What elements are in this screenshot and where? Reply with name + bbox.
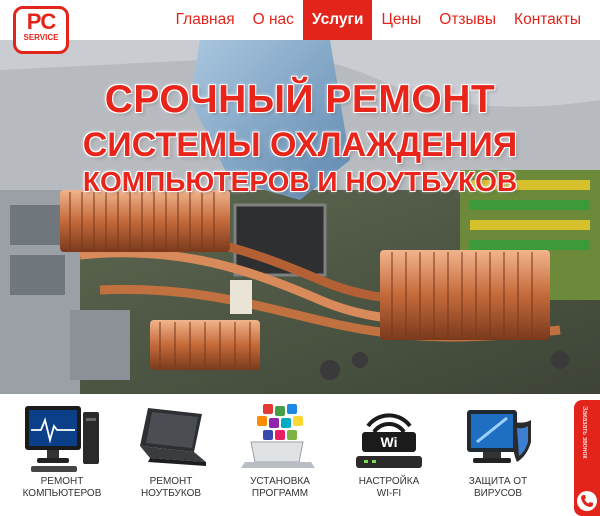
service-laptop-repair[interactable]: РЕМОНТ НОУТБУКОВ [119, 394, 223, 516]
service-label-bottom: ПРОГРАММ [251, 488, 309, 499]
callback-label: Заказать звонок [581, 406, 588, 459]
service-label-top: НАСТРОЙКА [358, 476, 420, 487]
service-label-bottom: WI-FI [376, 488, 402, 499]
nav-services[interactable]: Услуги [302, 0, 373, 40]
service-wifi-setup[interactable]: Wi НАСТРОЙКА WI-FI [337, 394, 441, 516]
service-label-top: УСТАНОВКА [250, 476, 310, 487]
service-label-bottom: КОМПЬЮТЕРОВ [22, 488, 102, 499]
main-nav: Главная О нас Услуги Цены Отзывы Контакт… [167, 0, 590, 40]
wifi-router-icon: Wi [356, 413, 422, 468]
service-label-bottom: ВИРУСОВ [473, 488, 523, 499]
nav-home[interactable]: Главная [167, 0, 244, 40]
laptop-icon [140, 408, 206, 466]
header: PC SERVICE Главная О нас Услуги Цены Отз… [0, 0, 600, 54]
service-virus-protection[interactable]: ЗАЩИТА ОТ ВИРУСОВ [446, 394, 550, 516]
service-label-bottom: НОУТБУКОВ [140, 488, 202, 499]
nav-about[interactable]: О нас [244, 0, 303, 40]
logo-main: PC [26, 9, 57, 34]
hero-title-line-1: СРОЧНЫЙ РЕМОНТ [104, 78, 496, 121]
hero-title-line-3: КОМПЬЮТЕРОВ И НОУТБУКОВ [82, 166, 518, 197]
desktop-computer-icon [25, 406, 99, 472]
nav-prices[interactable]: Цены [372, 0, 430, 40]
services-bar: РЕМОНТ КОМПЬЮТЕРОВ РЕМОНТ НОУТБУКОВ УСТА [0, 394, 560, 516]
logo[interactable]: PC SERVICE [13, 6, 69, 54]
hero-title-line-2: СИСТЕМЫ ОХЛАЖДЕНИЯ [82, 126, 518, 164]
svg-text:Wi: Wi [381, 434, 398, 450]
service-label-top: РЕМОНТ [40, 476, 84, 487]
nav-reviews[interactable]: Отзывы [430, 0, 505, 40]
service-software-install[interactable]: УСТАНОВКА ПРОГРАММ [228, 394, 332, 516]
service-computer-repair[interactable]: РЕМОНТ КОМПЬЮТЕРОВ [10, 394, 114, 516]
nav-contacts[interactable]: Контакты [505, 0, 590, 40]
service-label-top: ЗАЩИТА ОТ [468, 476, 528, 487]
antivirus-shield-icon [467, 410, 531, 463]
service-label-top: РЕМОНТ [149, 476, 193, 487]
logo-sub: SERVICE [23, 33, 59, 42]
phone-icon [577, 491, 597, 511]
callback-button[interactable]: Заказать звонок [574, 400, 600, 516]
app-install-icon [241, 404, 315, 468]
hero-banner: СРОЧНЫЙ РЕМОНТ СИСТЕМЫ ОХЛАЖДЕНИЯ КОМПЬЮ… [0, 40, 600, 394]
